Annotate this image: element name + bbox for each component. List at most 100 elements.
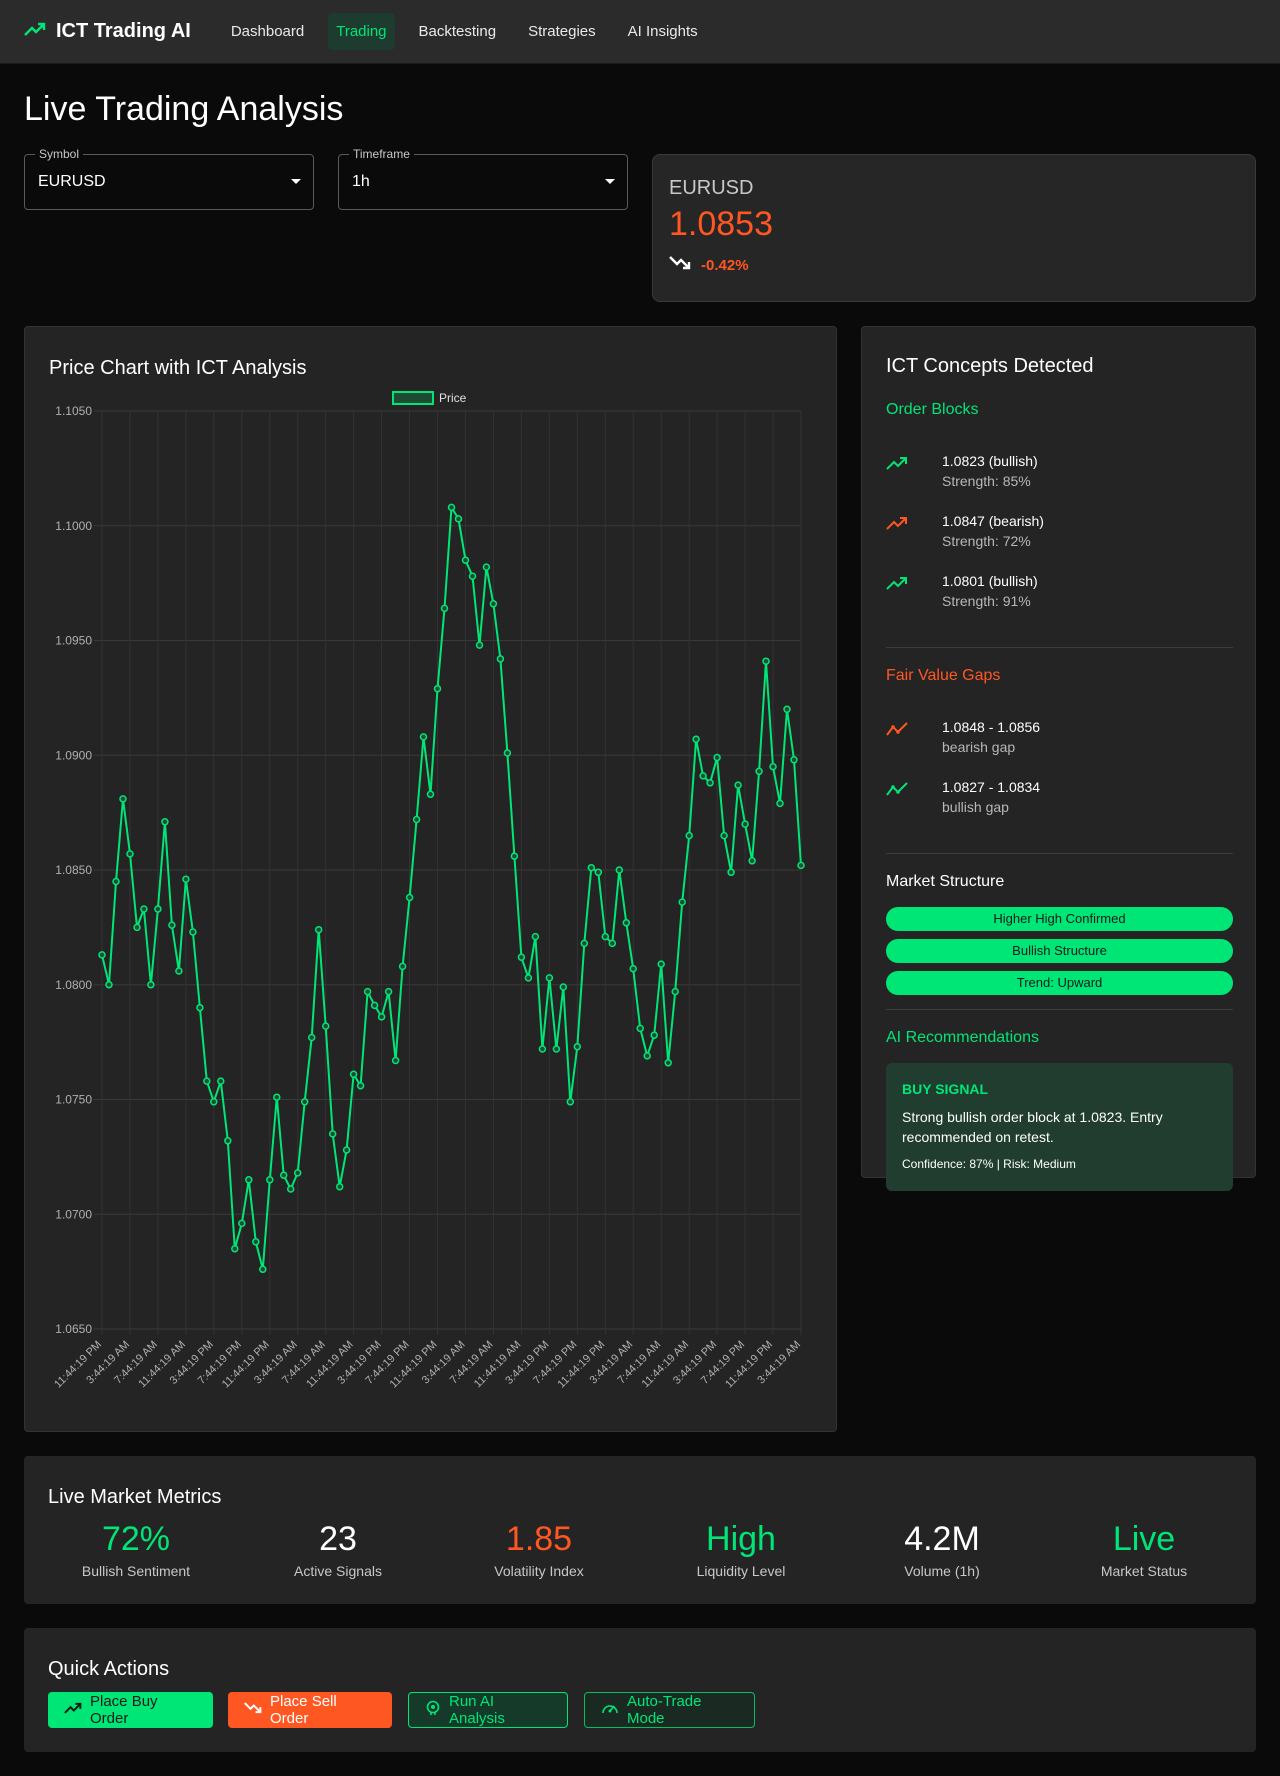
order-block-strength: Strength: 85% [942, 473, 1031, 489]
nav-link-strategies[interactable]: Strategies [520, 13, 604, 50]
price-point [587, 863, 596, 872]
place-buy-order-button[interactable]: Place Buy Order [48, 1692, 213, 1728]
price-point [741, 820, 749, 828]
fvg-type: bullish gap [942, 799, 1009, 815]
price-point [622, 919, 631, 927]
legend-swatch [392, 391, 434, 405]
price-point [266, 1176, 274, 1184]
price-point [426, 790, 435, 799]
section-divider [886, 853, 1233, 854]
place-sell-order-label: Place Sell Order [270, 1693, 337, 1727]
order-block-price: 1.0823 (bullish) [942, 453, 1038, 469]
price-point [671, 987, 679, 996]
price-point [342, 1146, 351, 1154]
y-tick-label: 1.1050 [55, 404, 92, 418]
price-point [720, 831, 728, 840]
price-point [482, 563, 491, 571]
order-block-item[interactable]: 1.0847 (bearish) Strength: 72% [886, 509, 1233, 553]
price-point [559, 983, 568, 991]
price-point [363, 987, 372, 996]
order-block-item[interactable]: 1.0823 (bullish) Strength: 85% [886, 449, 1233, 493]
price-point [517, 953, 526, 961]
price-point [217, 1077, 225, 1085]
price-point [776, 799, 784, 808]
price-point [105, 980, 113, 989]
order-block-price: 1.0801 (bullish) [942, 573, 1038, 589]
price-point [706, 779, 714, 787]
price-point [727, 868, 735, 877]
price-point [412, 815, 421, 824]
metric-volume: 4.2M Volume (1h) [842, 1520, 1042, 1579]
nav-link-ai-insights[interactable]: AI Insights [620, 13, 706, 50]
price-point [112, 877, 120, 886]
y-axis-ticks: 1.1050 1.1000 1.0950 1.0900 1.0850 1.0800 1.07… [55, 404, 92, 1336]
page-title: Live Trading Analysis [24, 90, 344, 128]
speedometer-icon [601, 1700, 619, 1720]
price-point [636, 1024, 644, 1033]
price-point [657, 960, 665, 968]
price-line [101, 504, 802, 1270]
brain-icon [425, 1700, 441, 1720]
ict-concepts-card: ICT Concepts Detected Order Blocks 1.082… [861, 326, 1256, 1191]
y-tick-label: 1.0750 [55, 1093, 92, 1107]
price-point [279, 1171, 288, 1179]
price-point [133, 923, 141, 932]
price-point [601, 932, 610, 941]
timeframe-select[interactable]: Timeframe 1h [338, 147, 628, 210]
recommendation-meta: Confidence: 87% | Risk: Medium [902, 1157, 1076, 1171]
chart-grid [94, 410, 802, 1335]
price-point [314, 925, 323, 934]
price-point [552, 1045, 561, 1053]
price-point [175, 967, 183, 975]
price-chart[interactable]: Price 1.1050 1.1000 1.0950 1.0900 1.0850 1.08… [25, 327, 838, 1433]
price-point [168, 921, 176, 929]
price-point [650, 1031, 658, 1039]
structure-chip[interactable]: Higher High Confirmed [886, 907, 1233, 931]
price-point [734, 781, 742, 789]
symbol-select[interactable]: Symbol EURUSD [24, 147, 314, 210]
price-point [713, 753, 721, 762]
brand[interactable]: ICT Trading AI [24, 20, 191, 43]
metric-value: Live [1112, 1520, 1176, 1558]
nav-link-dashboard[interactable]: Dashboard [223, 13, 312, 50]
fvg-item[interactable]: 1.0827 - 1.0834 bullish gap [886, 775, 1233, 819]
trending-up-icon [24, 21, 46, 42]
market-metrics-card: Live Market Metrics 72% Bullish Sentimen… [24, 1456, 1256, 1604]
nav-link-backtesting[interactable]: Backtesting [411, 13, 505, 50]
timeframe-select-value: 1h [352, 173, 370, 190]
auto-trade-mode-button[interactable]: Auto-Trade Mode [584, 1692, 755, 1728]
fvg-item[interactable]: 1.0848 - 1.0856 bearish gap [886, 715, 1233, 759]
metric-label: Volatility Index [494, 1563, 584, 1579]
price-point [335, 1182, 344, 1191]
order-blocks-heading: Order Blocks [886, 401, 979, 418]
price-point [643, 1052, 651, 1060]
trending-up-icon [886, 455, 908, 476]
structure-chip[interactable]: Trend: Upward [886, 971, 1233, 995]
order-block-strength: Strength: 91% [942, 593, 1031, 609]
price-point [259, 1265, 267, 1274]
order-block-item[interactable]: 1.0801 (bullish) Strength: 91% [886, 569, 1233, 613]
nav-link-trading[interactable]: Trading [328, 13, 395, 50]
price-point [573, 1042, 582, 1051]
metric-liquidity-level: High Liquidity Level [641, 1520, 841, 1579]
structure-chip[interactable]: Bullish Structure [886, 939, 1233, 963]
price-point [629, 964, 637, 973]
price-point [419, 733, 428, 741]
price-card-symbol: EURUSD [669, 177, 754, 199]
price-point [524, 974, 533, 982]
metric-label: Liquidity Level [696, 1563, 786, 1579]
trending-down-icon [669, 255, 691, 276]
place-sell-order-button[interactable]: Place Sell Order [228, 1692, 392, 1728]
section-divider [886, 647, 1233, 648]
price-card-price: 1.0853 [669, 205, 773, 243]
trending-up-icon [886, 575, 908, 596]
price-point [238, 1219, 246, 1228]
price-point [182, 875, 190, 883]
auto-trade-mode-label: Auto-Trade Mode [627, 1693, 702, 1727]
recommendation-signal: BUY SIGNAL [902, 1081, 989, 1097]
run-ai-analysis-button[interactable]: Run AI Analysis [408, 1692, 568, 1728]
symbol-select-value: EURUSD [38, 173, 106, 190]
show-chart-icon [886, 721, 910, 742]
chart-legend[interactable]: Price [392, 391, 467, 405]
price-point [699, 772, 707, 780]
